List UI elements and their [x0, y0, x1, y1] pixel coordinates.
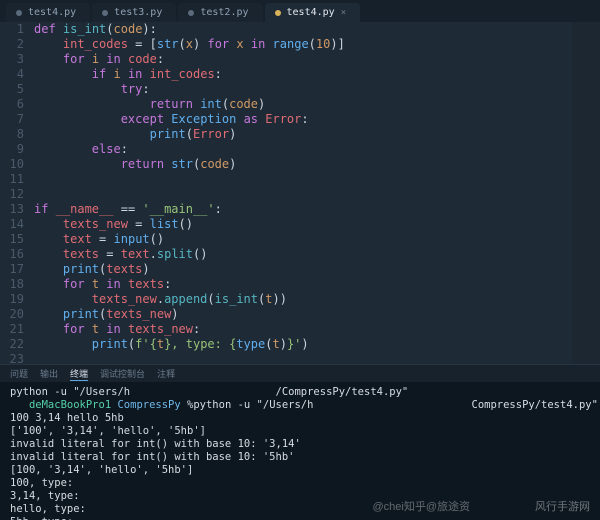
editor-tab-0[interactable]: test4.py [6, 3, 90, 22]
line-gutter: 1234567891011121314151617181920212223 [0, 22, 34, 364]
terminal-line: 100 3,14 hello 5hb [10, 412, 590, 425]
line-number: 21 [0, 322, 24, 337]
line-number: 5 [0, 82, 24, 97]
code-line[interactable]: print(texts_new) [34, 307, 590, 322]
terminal-line: 3,14, type: [10, 490, 590, 503]
code-line[interactable]: if i in int_codes: [34, 67, 590, 82]
line-number: 16 [0, 247, 24, 262]
line-number: 22 [0, 337, 24, 352]
code-editor[interactable]: 1234567891011121314151617181920212223 de… [0, 22, 600, 364]
line-number: 2 [0, 37, 24, 52]
code-line[interactable]: else: [34, 142, 590, 157]
code-line[interactable] [34, 187, 590, 202]
panel-tab-2[interactable]: 终端 [70, 367, 88, 381]
editor-tab-2[interactable]: test2.py [178, 3, 262, 22]
line-number: 3 [0, 52, 24, 67]
tab-label: test2.py [200, 7, 248, 18]
code-line[interactable]: texts_new.append(is_int(t)) [34, 292, 590, 307]
terminal-line: [100, '3,14', 'hello', '5hb'] [10, 464, 590, 477]
line-number: 9 [0, 142, 24, 157]
file-dot-icon [275, 10, 281, 16]
editor-tab-3[interactable]: test4.py × [265, 3, 361, 22]
code-line[interactable] [34, 352, 590, 364]
terminal-line: invalid literal for int() with base 10: … [10, 451, 590, 464]
code-line[interactable]: return str(code) [34, 157, 590, 172]
panel-tab-3[interactable]: 调试控制台 [100, 367, 145, 380]
code-line[interactable]: def is_int(code): [34, 22, 590, 37]
tab-label: test4.py [287, 7, 335, 18]
line-number: 19 [0, 292, 24, 307]
code-line[interactable]: texts = text.split() [34, 247, 590, 262]
code-line[interactable]: try: [34, 82, 590, 97]
terminal-line: hello, type: [10, 503, 590, 516]
panel-tab-bar: 问题输出终端调试控制台注释 [0, 364, 600, 382]
terminal-line: 5hb, type: [10, 516, 590, 520]
line-number: 10 [0, 157, 24, 172]
line-number: 8 [0, 127, 24, 142]
code-lines[interactable]: def is_int(code): int_codes = [str(x) fo… [34, 22, 600, 364]
line-number: 1 [0, 22, 24, 37]
line-number: 4 [0, 67, 24, 82]
line-number: 12 [0, 187, 24, 202]
code-line[interactable]: int_codes = [str(x) for x in range(10)] [34, 37, 590, 52]
code-line[interactable] [34, 172, 590, 187]
line-number: 23 [0, 352, 24, 364]
line-number: 7 [0, 112, 24, 127]
code-line[interactable]: texts_new = list() [34, 217, 590, 232]
line-number: 6 [0, 97, 24, 112]
minimap[interactable] [572, 22, 600, 364]
terminal-line: invalid literal for int() with base 10: … [10, 438, 590, 451]
close-icon[interactable]: × [341, 8, 346, 18]
line-number: 11 [0, 172, 24, 187]
terminal-output[interactable]: python -u "/Users/h /CompressPy/test4.py… [0, 382, 600, 520]
code-line[interactable]: if __name__ == '__main__': [34, 202, 590, 217]
code-line[interactable]: except Exception as Error: [34, 112, 590, 127]
code-line[interactable]: for t in texts_new: [34, 322, 590, 337]
code-line[interactable]: for t in texts: [34, 277, 590, 292]
code-line[interactable]: for i in code: [34, 52, 590, 67]
line-number: 17 [0, 262, 24, 277]
code-line[interactable]: text = input() [34, 232, 590, 247]
code-line[interactable]: print(texts) [34, 262, 590, 277]
terminal-line: deMacBookPro1 CompressPy %python -u "/Us… [10, 399, 590, 412]
panel-tab-4[interactable]: 注释 [157, 367, 175, 380]
line-number: 18 [0, 277, 24, 292]
code-line[interactable]: return int(code) [34, 97, 590, 112]
panel-tab-1[interactable]: 输出 [40, 367, 58, 380]
tab-bar: test4.py test3.py test2.py test4.py × [0, 0, 600, 22]
terminal-line: ['100', '3,14', 'hello', '5hb'] [10, 425, 590, 438]
file-dot-icon [16, 10, 22, 16]
line-number: 14 [0, 217, 24, 232]
code-line[interactable]: print(f'{t}, type: {type(t)}') [34, 337, 590, 352]
line-number: 13 [0, 202, 24, 217]
line-number: 15 [0, 232, 24, 247]
tab-label: test4.py [28, 7, 76, 18]
code-line[interactable]: print(Error) [34, 127, 590, 142]
terminal-line: 100, type: [10, 477, 590, 490]
file-dot-icon [188, 10, 194, 16]
panel-tab-0[interactable]: 问题 [10, 367, 28, 380]
file-dot-icon [102, 10, 108, 16]
line-number: 20 [0, 307, 24, 322]
editor-tab-1[interactable]: test3.py [92, 3, 176, 22]
terminal-line: python -u "/Users/h /CompressPy/test4.py… [10, 386, 590, 399]
tab-label: test3.py [114, 7, 162, 18]
